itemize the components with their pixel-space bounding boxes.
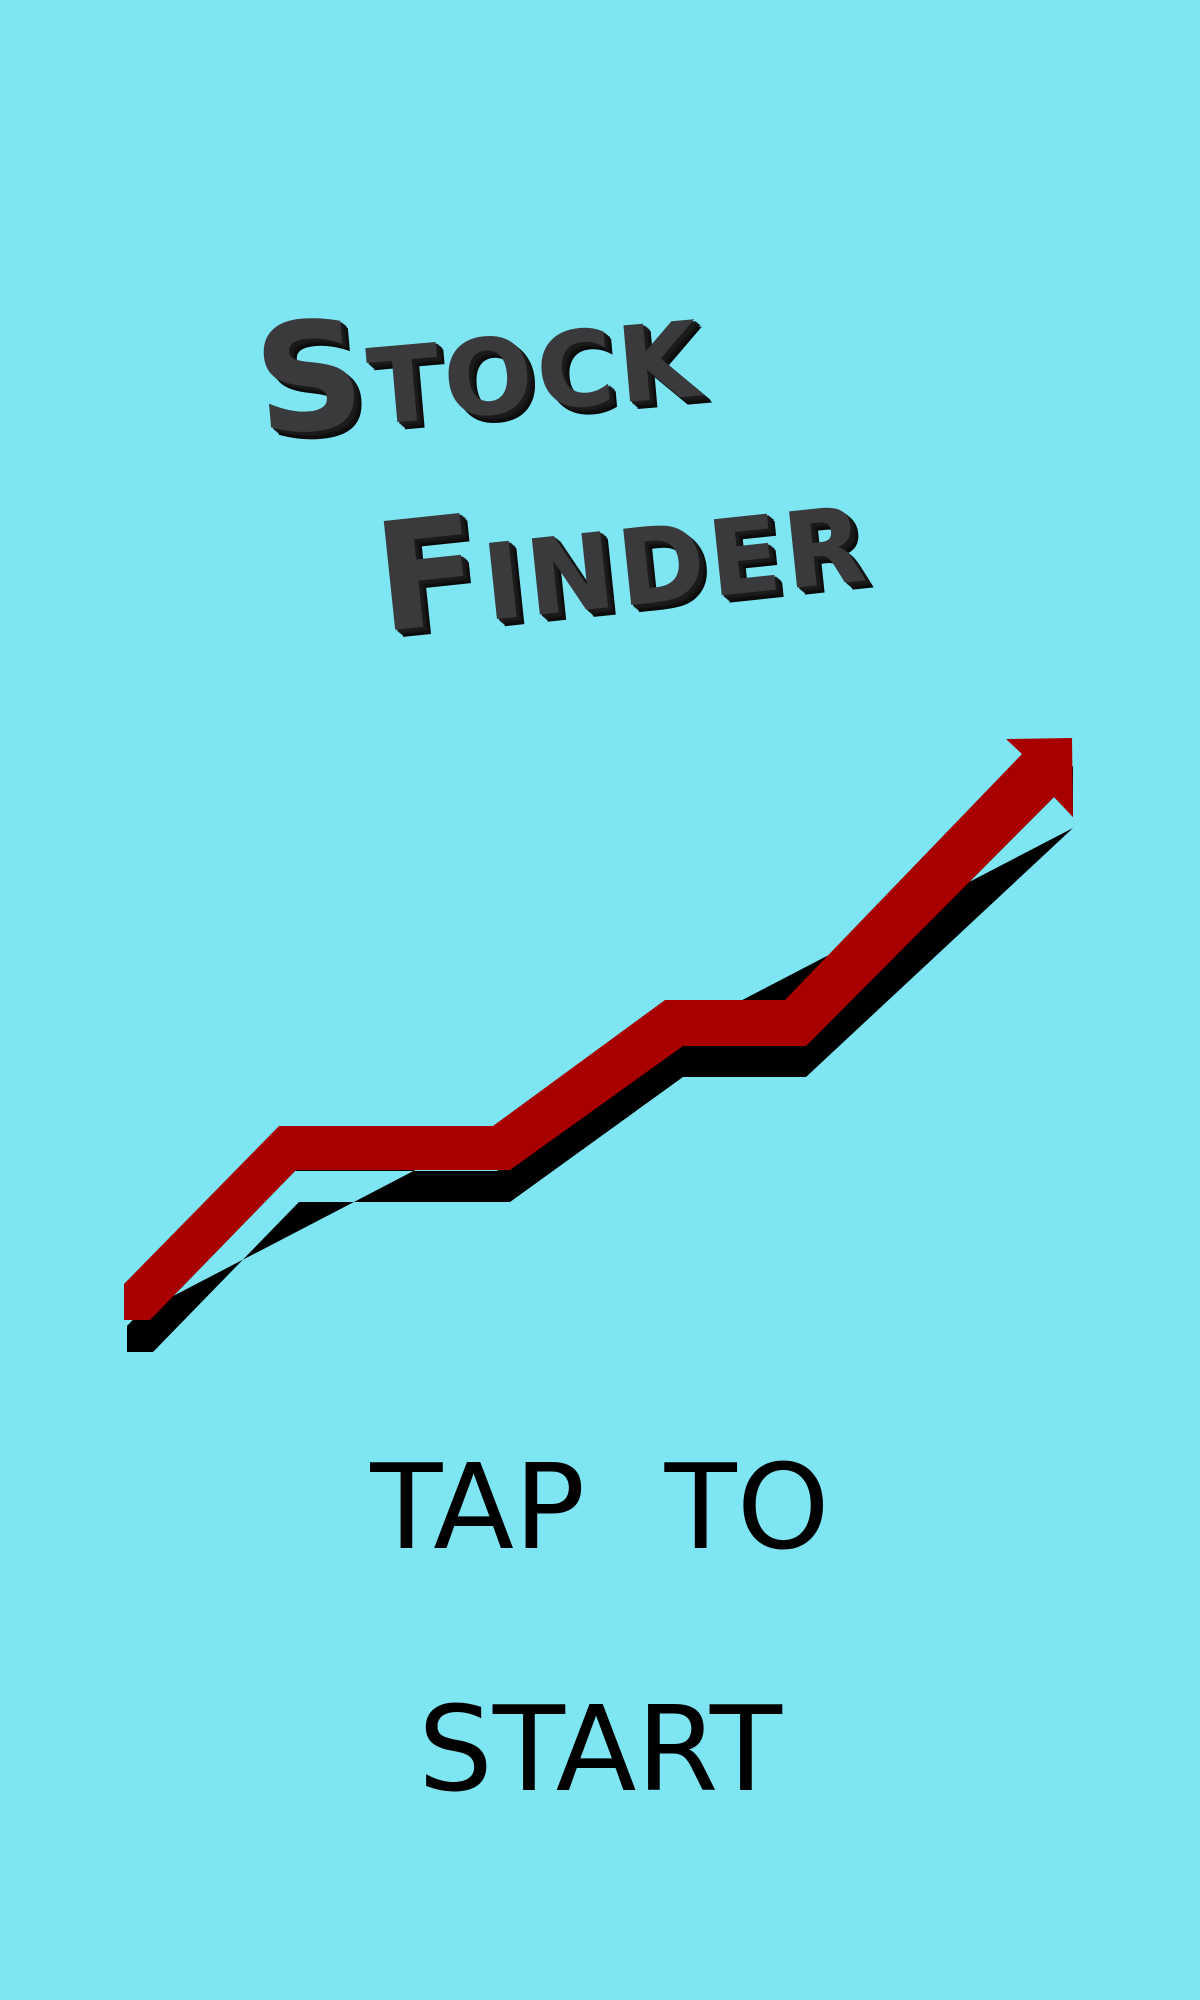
tap-to-start-line-1: TAP TO bbox=[370, 1438, 830, 1576]
start-screen[interactable]: Stock Finder TAP TO START bbox=[0, 0, 1200, 2000]
tap-to-start-line-2: START bbox=[417, 1680, 783, 1818]
trend-arrow-line bbox=[124, 738, 1073, 1320]
